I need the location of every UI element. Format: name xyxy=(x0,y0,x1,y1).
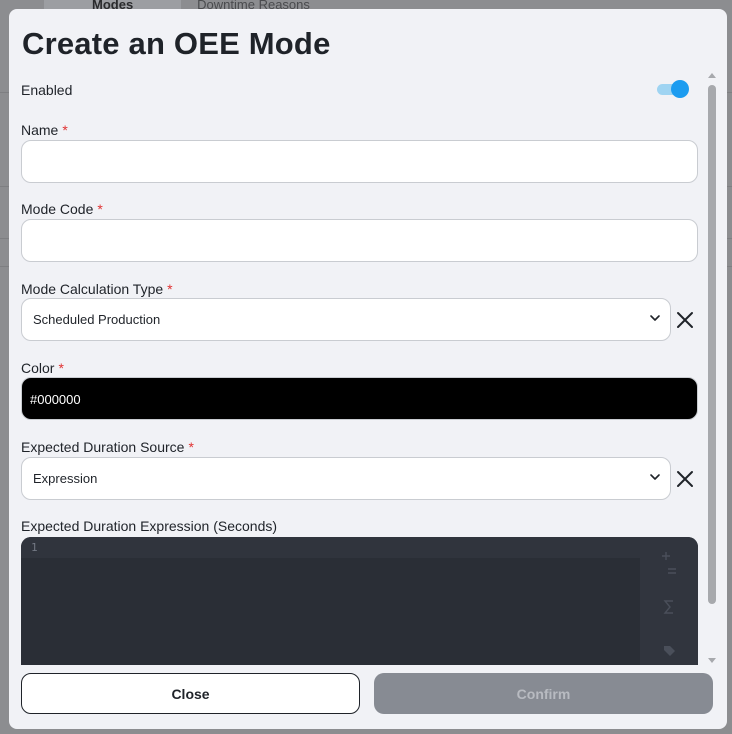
duration-source-select[interactable]: Expression xyxy=(21,457,671,500)
tag-icon[interactable] xyxy=(640,643,698,659)
calc-type-label: Mode Calculation Type * xyxy=(21,281,173,297)
toggle-knob xyxy=(671,80,689,98)
scrollbar-thumb[interactable] xyxy=(708,85,716,604)
chevron-down-icon xyxy=(650,315,660,321)
confirm-button[interactable]: Confirm xyxy=(374,673,713,714)
dialog-scrollbar[interactable] xyxy=(705,71,719,665)
enabled-toggle[interactable] xyxy=(657,80,691,98)
chevron-down-icon xyxy=(650,474,660,480)
dialog-form-scroll-area[interactable]: Enabled Name * Mode Code * Mode Calculatio… xyxy=(9,71,727,665)
mode-code-label-text: Mode Code xyxy=(21,201,94,217)
color-value: #000000 xyxy=(30,392,81,407)
line-number: 1 xyxy=(31,541,38,554)
mode-code-input[interactable] xyxy=(21,219,698,262)
calc-type-select[interactable]: Scheduled Production xyxy=(21,298,671,341)
required-marker: * xyxy=(167,281,173,297)
color-label-text: Color xyxy=(21,360,55,376)
close-button[interactable]: Close xyxy=(21,673,360,714)
name-label-text: Name xyxy=(21,122,59,138)
duration-expression-label: Expected Duration Expression (Seconds) xyxy=(21,518,278,534)
calc-type-label-text: Mode Calculation Type xyxy=(21,281,164,297)
background-tab-downtime-reasons: Downtime Reasons xyxy=(197,0,310,9)
scroll-down-arrow-icon[interactable] xyxy=(707,657,717,665)
required-marker: * xyxy=(58,360,64,376)
create-oee-mode-dialog: Create an OEE Mode Enabled Name * Mode Co… xyxy=(9,9,727,729)
duration-source-selected-value: Expression xyxy=(33,471,98,486)
dialog-title: Create an OEE Mode xyxy=(22,26,331,61)
close-icon[interactable] xyxy=(674,468,696,490)
name-input[interactable] xyxy=(21,140,698,183)
mode-code-label: Mode Code * xyxy=(21,201,103,217)
color-label: Color * xyxy=(21,360,64,376)
close-icon[interactable] xyxy=(674,309,696,331)
required-marker: * xyxy=(97,201,103,217)
operators-icon[interactable] xyxy=(640,551,698,577)
active-line-highlight xyxy=(21,537,641,558)
duration-source-label-text: Expected Duration Source xyxy=(21,439,185,455)
name-label: Name * xyxy=(21,122,68,138)
calc-type-selected-value: Scheduled Production xyxy=(33,312,161,327)
background-tab-bar: Modes Downtime Reasons xyxy=(44,0,364,9)
color-input[interactable]: #000000 xyxy=(21,377,698,420)
required-marker: * xyxy=(188,439,194,455)
editor-side-toolbar xyxy=(640,537,698,665)
scroll-up-arrow-icon[interactable] xyxy=(707,71,717,79)
sigma-icon[interactable] xyxy=(640,599,698,615)
duration-source-label: Expected Duration Source * xyxy=(21,439,194,455)
enabled-label: Enabled xyxy=(21,82,73,98)
required-marker: * xyxy=(62,122,68,138)
expression-code-editor[interactable]: 1 xyxy=(21,537,698,665)
background-tab-modes: Modes xyxy=(44,0,182,9)
